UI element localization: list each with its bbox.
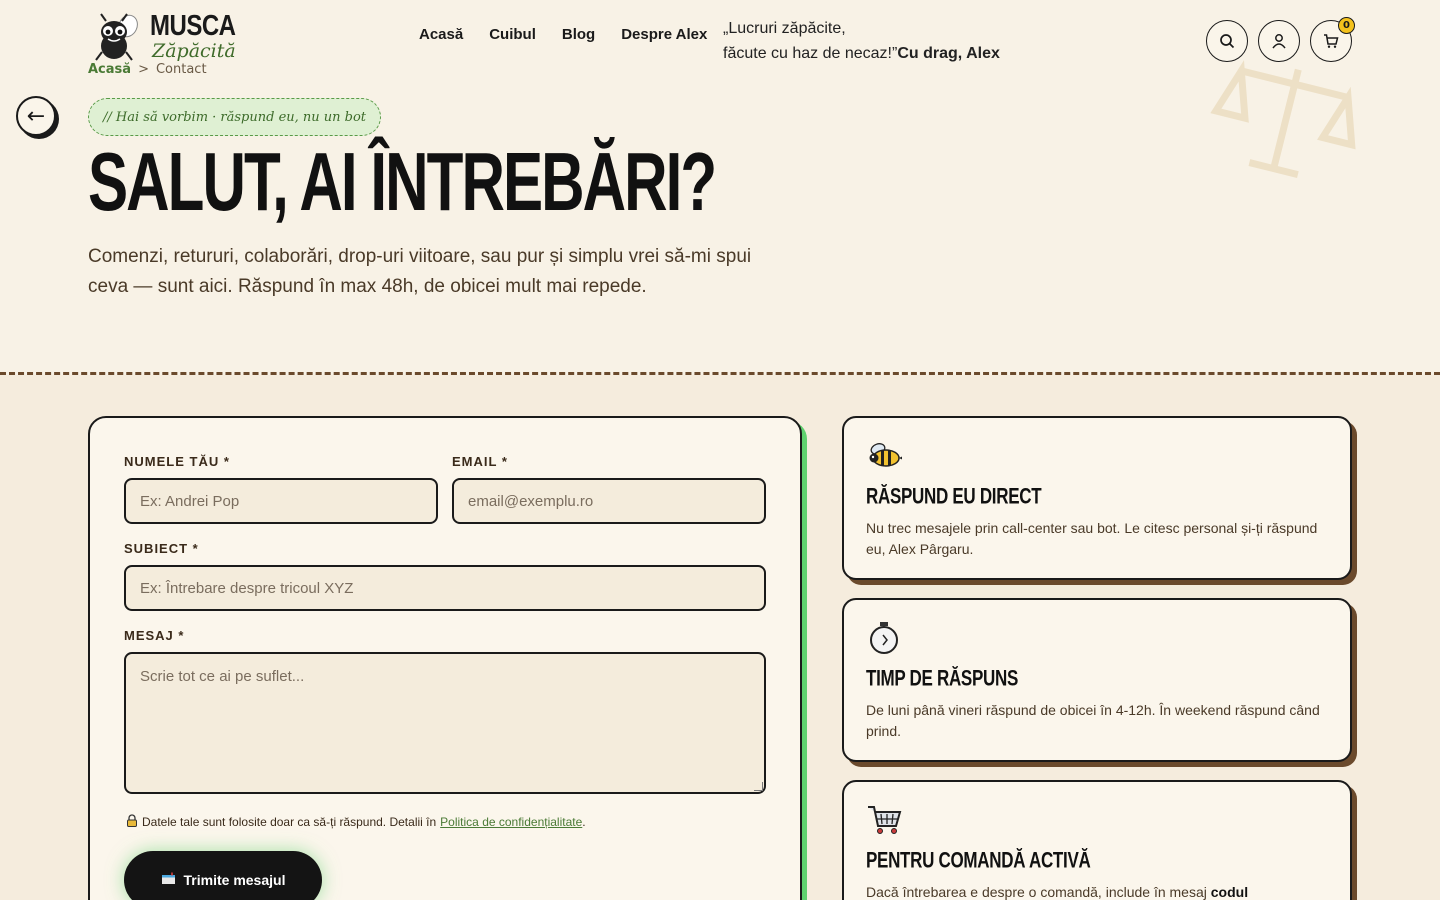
- message-textarea[interactable]: [124, 652, 766, 794]
- breadcrumb: Acasă > Contact: [88, 62, 207, 77]
- arrow-left-icon: ←: [26, 103, 46, 129]
- info-text-active-order-bold: codul: [1210, 884, 1249, 900]
- info-title-direct: RĂSPUND EU DIRECT: [866, 484, 1042, 509]
- site-logo[interactable]: MUSCA Zăpăcită: [92, 9, 236, 64]
- nav-item-blog[interactable]: Blog: [562, 26, 595, 43]
- scales-decoration-icon: [1210, 58, 1360, 192]
- back-button[interactable]: ←: [16, 96, 56, 136]
- hero-description: Comenzi, retururi, colaborări, drop-uri …: [88, 246, 752, 297]
- stopwatch-icon: [866, 620, 902, 656]
- cart-button[interactable]: 0: [1310, 17, 1355, 62]
- privacy-policy-link[interactable]: Politica de confidențialitate: [440, 815, 582, 829]
- cart-icon: [1324, 34, 1339, 48]
- page-title: SALUT, AI ÎNTREBĂRI?: [88, 136, 717, 229]
- nav-item-cuibul[interactable]: Cuibul: [489, 26, 536, 43]
- tagline-line1: „Lucruri zăpăcite,: [723, 20, 846, 37]
- email-input[interactable]: [452, 478, 766, 524]
- submit-label: Trimite mesajul: [183, 872, 286, 888]
- info-card-response-time: TIMP DE RĂSPUNS De luni până vineri răsp…: [842, 598, 1352, 762]
- shopping-cart-icon: [866, 802, 902, 838]
- message-label: MESAJ *: [124, 628, 185, 643]
- name-label: NUMELE TĂU *: [124, 454, 230, 469]
- info-text-direct: Nu trec mesajele prin call-center sau bo…: [866, 520, 1318, 557]
- contact-form: NUMELE TĂU * EMAIL * SUBIECT * MESAJ * D…: [88, 416, 802, 900]
- breadcrumb-separator: >: [138, 62, 149, 77]
- email-label: EMAIL *: [452, 454, 508, 469]
- info-text-active-order-main: Dacă întrebarea e despre o comandă, incl…: [866, 884, 1207, 900]
- info-title-response-time: TIMP DE RĂSPUNS: [866, 666, 1018, 691]
- bee-icon: [866, 438, 902, 474]
- lock-icon: [126, 814, 138, 830]
- breadcrumb-home[interactable]: Acasă: [88, 62, 131, 77]
- textarea-resize-handle[interactable]: [754, 782, 763, 791]
- fly-mascot-icon: [92, 12, 144, 64]
- breadcrumb-current: Contact: [155, 62, 207, 77]
- info-text-active-order: Dacă întrebarea e despre o comandă, incl…: [866, 882, 1328, 900]
- info-text-response-time: De luni până vineri răspund de obicei în…: [866, 702, 1320, 739]
- mailbox-icon: [161, 872, 176, 888]
- hero-pill: // Hai să vorbim · răspund eu, nu un bot: [88, 98, 382, 136]
- submit-button[interactable]: Trimite mesajul: [124, 851, 322, 900]
- user-icon: [1272, 34, 1286, 49]
- privacy-text: Datele tale sunt folosite doar ca să-ți …: [142, 815, 437, 829]
- tagline-signature: Cu drag, Alex: [897, 45, 1000, 62]
- search-icon: [1220, 34, 1235, 49]
- tagline-line2: făcute cu haz de necaz!”: [723, 45, 898, 62]
- account-button[interactable]: [1258, 20, 1300, 62]
- site-header: MUSCA Zăpăcită Acasă > Contact Acasă Cuibu…: [0, 0, 1440, 179]
- header-tagline: „Lucruri zăpăcite, făcute cu haz de neca…: [723, 16, 1000, 66]
- info-card-active-order: PENTRU COMANDĂ ACTIVĂ Dacă întrebarea e …: [842, 780, 1352, 900]
- subject-label: SUBIECT *: [124, 541, 199, 556]
- logo-script: Zăpăcită: [152, 40, 236, 62]
- cart-count-badge: 0: [1338, 17, 1355, 34]
- nav-item-acasa[interactable]: Acasă: [419, 26, 463, 43]
- main-nav: Acasă Cuibul Blog Despre Alex: [419, 26, 707, 43]
- privacy-end: .: [582, 815, 586, 829]
- info-card-direct: RĂSPUND EU DIRECT Nu trec mesajele prin …: [842, 416, 1352, 580]
- privacy-note: Datele tale sunt folosite doar ca să-ți …: [126, 814, 586, 830]
- nav-item-despre-alex[interactable]: Despre Alex: [621, 26, 707, 43]
- name-input[interactable]: [124, 478, 438, 524]
- logo-wordmark: MUSCA: [150, 9, 236, 43]
- subject-input[interactable]: [124, 565, 766, 611]
- info-title-active-order: PENTRU COMANDĂ ACTIVĂ: [866, 848, 1091, 873]
- search-button[interactable]: [1206, 20, 1248, 62]
